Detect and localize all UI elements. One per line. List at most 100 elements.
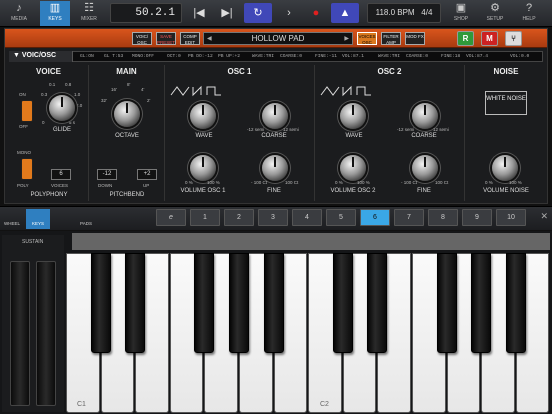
skip-end-button[interactable]: ▶| bbox=[214, 3, 240, 23]
black-key[interactable] bbox=[194, 253, 215, 353]
osc2-coarse-knob[interactable] bbox=[412, 103, 438, 129]
mixer-button[interactable]: ☷ MIXER bbox=[74, 1, 104, 26]
black-key[interactable] bbox=[471, 253, 492, 353]
osc2-volume-knob[interactable] bbox=[340, 155, 366, 181]
black-key[interactable] bbox=[505, 253, 526, 353]
black-key[interactable] bbox=[125, 253, 146, 353]
main-panel: MAIN 32' 16' 8' 4' 2' OCTAVE -12 +2 DOWN… bbox=[89, 65, 165, 201]
black-key[interactable] bbox=[229, 253, 249, 353]
record-button[interactable]: ● bbox=[303, 3, 329, 23]
keyboard: SUSTAIN C1 C2 bbox=[0, 231, 552, 414]
osc1-wave-knob[interactable] bbox=[190, 103, 216, 129]
voice-title: VOICE bbox=[36, 67, 61, 76]
voices-osc-tab[interactable]: VOICES OSC bbox=[357, 32, 377, 45]
osc2-coarse-label: COARSE bbox=[411, 133, 437, 139]
osc1-fine-knob[interactable] bbox=[262, 155, 288, 181]
routing-button[interactable]: ⑂ bbox=[505, 31, 522, 46]
black-key[interactable] bbox=[90, 253, 111, 353]
prev-preset-icon[interactable]: ◀ bbox=[207, 33, 212, 45]
pitchbend-down-field[interactable]: -12 bbox=[97, 169, 117, 180]
help-button[interactable]: ? HELP bbox=[514, 1, 544, 26]
poly-label: POLY bbox=[17, 183, 29, 188]
black-key[interactable] bbox=[263, 253, 284, 353]
voice-panel: VOICE ON OFF 0.1 0.3 0.8 1.0 2.0 0 5 s G… bbox=[9, 65, 89, 201]
module-title[interactable]: ▼ VOIC/OSC bbox=[9, 51, 73, 62]
gear-icon: ⚙ bbox=[490, 2, 500, 14]
osc2-fine-knob[interactable] bbox=[412, 155, 438, 181]
sustain-label: SUSTAIN bbox=[22, 239, 44, 245]
octave-button-2[interactable]: 2 bbox=[224, 209, 254, 226]
octave-button-5[interactable]: 5 bbox=[326, 209, 356, 226]
keys-button[interactable]: ▥ KEYS bbox=[40, 1, 70, 26]
close-icon[interactable]: ✕ bbox=[540, 211, 548, 222]
play-icon: › bbox=[287, 7, 291, 19]
osc1-coarse-knob[interactable] bbox=[262, 103, 288, 129]
osc2-waveform-icon bbox=[320, 85, 371, 97]
pads-button[interactable]: PADS bbox=[74, 209, 98, 229]
keys-icon: ▥ bbox=[49, 2, 61, 14]
preset-selector[interactable]: ◀ HOLLOW PAD ▶ bbox=[203, 32, 353, 45]
synth-header: VOIC/ OSC SAVE PRESET COMP EDIT ◀ HOLLOW … bbox=[5, 29, 547, 48]
pitch-wheel[interactable] bbox=[10, 261, 30, 406]
next-preset-icon[interactable]: ▶ bbox=[344, 33, 349, 45]
transpose-button[interactable]: e bbox=[156, 209, 186, 226]
tempo-display[interactable]: 118.0 BPM 4/4 bbox=[367, 3, 441, 23]
rewind-button[interactable]: |◀ bbox=[186, 3, 212, 23]
comp-edit-button[interactable]: COMP EDIT bbox=[180, 32, 200, 45]
octave-label: OCTAVE bbox=[115, 133, 139, 139]
help-icon: ? bbox=[525, 2, 533, 14]
on-label: ON bbox=[19, 92, 26, 97]
mod-fx-tab[interactable]: MOD FX bbox=[405, 32, 425, 45]
record-icon: ● bbox=[312, 7, 320, 19]
mono-poly-switch[interactable] bbox=[21, 158, 33, 180]
position-display[interactable]: 50.2.1 bbox=[110, 3, 182, 23]
play-button[interactable]: › bbox=[276, 3, 302, 23]
mini-keyboard-overview[interactable] bbox=[72, 233, 550, 250]
glide-switch[interactable] bbox=[21, 100, 33, 122]
voic-osc-button[interactable]: VOIC/ OSC bbox=[132, 32, 152, 45]
media-button[interactable]: ♪ MEDIA bbox=[4, 1, 34, 26]
e-icon: e bbox=[169, 214, 173, 221]
black-key[interactable] bbox=[367, 253, 388, 353]
main-title: MAIN bbox=[116, 67, 137, 76]
octave-button-9[interactable]: 9 bbox=[462, 209, 492, 226]
black-key[interactable] bbox=[436, 253, 457, 353]
loop-button[interactable]: ↻ bbox=[244, 3, 272, 23]
noise-type-button[interactable]: WHITE NOISE bbox=[485, 91, 527, 115]
octave-button-6[interactable]: 6 bbox=[360, 209, 390, 226]
m-button[interactable]: M bbox=[481, 31, 498, 46]
octave-button-1[interactable]: 1 bbox=[190, 209, 220, 226]
octave-button-8[interactable]: 8 bbox=[428, 209, 458, 226]
pitchbend-label: PITCHBEND bbox=[109, 192, 145, 198]
octave-button-7[interactable]: 7 bbox=[394, 209, 424, 226]
voices-field[interactable]: 6 bbox=[51, 169, 71, 180]
osc2-wave-knob[interactable] bbox=[340, 103, 366, 129]
off-label: OFF bbox=[19, 124, 28, 129]
noise-volume-knob[interactable] bbox=[492, 155, 518, 181]
up-label: UP bbox=[143, 183, 150, 188]
filter-amp-tab[interactable]: FILTER AMP bbox=[381, 32, 401, 45]
metronome-icon: ▲ bbox=[339, 7, 351, 19]
octave-knob[interactable] bbox=[114, 101, 140, 127]
mod-wheel[interactable] bbox=[36, 261, 56, 406]
voices-label: VOICES bbox=[51, 183, 69, 188]
r-button[interactable]: R bbox=[457, 31, 474, 46]
octave-button-4[interactable]: 4 bbox=[292, 209, 322, 226]
shop-button[interactable]: ▣ SHOP bbox=[446, 1, 476, 26]
save-preset-button[interactable]: SAVE PRESET bbox=[156, 32, 176, 45]
octave-button-10[interactable]: 10 bbox=[496, 209, 526, 226]
black-key[interactable] bbox=[332, 253, 353, 353]
osc2-panel: OSC 2 WAVE -12 semi 12 semi COARSE 0 % 1… bbox=[315, 65, 465, 201]
metronome-button[interactable]: ▲ bbox=[331, 3, 359, 23]
glide-knob[interactable] bbox=[49, 95, 75, 121]
down-label: DOWN bbox=[98, 183, 113, 188]
wheel-button[interactable]: WHEEL bbox=[0, 209, 24, 229]
top-toolbar: ♪ MEDIA ▥ KEYS ☷ MIXER 50.2.1 |◀ ▶| ↻ › ● ▲… bbox=[0, 0, 552, 27]
osc1-volume-knob[interactable] bbox=[190, 155, 216, 181]
keys-mode-button[interactable]: KEYS bbox=[26, 209, 50, 229]
pitchbend-up-field[interactable]: +2 bbox=[137, 169, 157, 180]
wheel-panel: SUSTAIN bbox=[2, 235, 64, 412]
setup-button[interactable]: ⚙ SETUP bbox=[480, 1, 510, 26]
octave-button-3[interactable]: 3 bbox=[258, 209, 288, 226]
synth-app: { "toolbar":{"media":"MEDIA","keys":"KEY… bbox=[0, 0, 552, 414]
